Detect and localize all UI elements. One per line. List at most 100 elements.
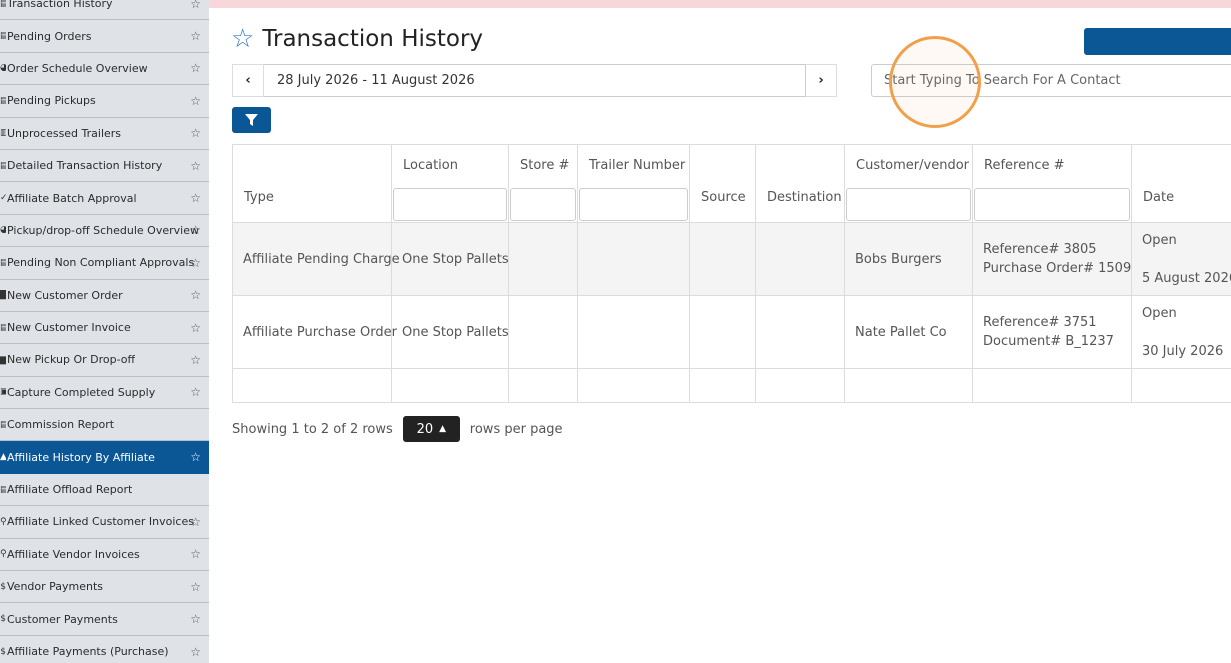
sidebar-item-label: Detailed Transaction History bbox=[7, 159, 163, 173]
sidebar-item[interactable]: ▲ Affiliate History By Affiliate ☆ bbox=[0, 441, 209, 474]
table-row[interactable]: Affiliate Purchase Order One Stop Pallets… bbox=[232, 295, 1231, 369]
money-icon: $ bbox=[0, 646, 6, 657]
column-header[interactable]: Date bbox=[1131, 144, 1231, 223]
sidebar-item-label: Affiliate Offload Report bbox=[7, 483, 133, 497]
sidebar: ▤ Transaction History ☆ ▤ Pending Orders ☆ ◕ Or… bbox=[0, 0, 209, 663]
link-icon: ⚲ bbox=[0, 549, 6, 560]
contact-search-input[interactable] bbox=[871, 64, 1231, 97]
column-header[interactable]: Type bbox=[232, 144, 392, 223]
caret-up-icon: ▲ bbox=[439, 424, 447, 434]
favorite-star-icon[interactable]: ☆ bbox=[190, 580, 201, 594]
sidebar-item-label: Order Schedule Overview bbox=[7, 61, 148, 75]
cell-source bbox=[689, 222, 756, 296]
sidebar-item[interactable]: $ Customer Payments ☆ bbox=[0, 603, 209, 636]
empty-cell bbox=[232, 368, 392, 403]
favorite-star-icon[interactable]: ☆ bbox=[190, 288, 201, 302]
favorite-star-icon[interactable]: ☆ bbox=[190, 547, 201, 561]
sidebar-item[interactable]: $ Vendor Payments ☆ bbox=[0, 571, 209, 604]
column-filter-input[interactable] bbox=[510, 188, 576, 221]
sidebar-item[interactable]: ▤ Pending Orders ☆ bbox=[0, 20, 209, 53]
favorite-star-icon[interactable]: ☆ bbox=[190, 191, 201, 205]
favorite-star-icon[interactable]: ☆ bbox=[190, 515, 201, 529]
transactions-table: Type Location Store # Trailer Number Source D… bbox=[232, 144, 1231, 403]
status-text: Open bbox=[1142, 306, 1177, 321]
column-header-label: Customer/vendor bbox=[856, 158, 970, 173]
favorite-star-icon[interactable]: ☆ bbox=[190, 29, 201, 43]
sidebar-item[interactable]: ▤ Pending Non Compliant Approvals ☆ bbox=[0, 247, 209, 280]
sidebar-item-label: Capture Completed Supply bbox=[7, 385, 156, 399]
sidebar-item[interactable]: ⚲ Affiliate Vendor Invoices ☆ bbox=[0, 539, 209, 572]
column-filter-input[interactable] bbox=[393, 188, 507, 221]
table-row[interactable]: Affiliate Pending Charge One Stop Pallets… bbox=[232, 222, 1231, 296]
report-icon: ▤ bbox=[0, 484, 6, 495]
money-icon: $ bbox=[0, 614, 6, 625]
column-header[interactable]: Source bbox=[689, 144, 756, 223]
column-header[interactable]: Trailer Number bbox=[577, 144, 690, 223]
sidebar-item-label: Affiliate Payments (Purchase) bbox=[7, 645, 169, 658]
rows-per-page-dropdown[interactable]: 20 ▲ bbox=[402, 416, 460, 442]
favorite-star-icon[interactable]: ☆ bbox=[190, 612, 201, 626]
sidebar-item[interactable]: ▤ New Customer Invoice ☆ bbox=[0, 312, 209, 345]
favorite-star-icon[interactable]: ☆ bbox=[190, 450, 201, 464]
sidebar-item[interactable]: ▤ Transaction History ☆ bbox=[0, 0, 209, 21]
favorite-star-icon[interactable]: ☆ bbox=[190, 126, 201, 140]
sidebar-item[interactable]: ◕ Order Schedule Overview ☆ bbox=[0, 53, 209, 86]
clock-icon: ◕ bbox=[0, 63, 6, 74]
rows-per-page-value: 20 bbox=[416, 421, 434, 437]
trailer-icon: ▥ bbox=[0, 128, 6, 139]
sidebar-item[interactable]: ▤ Pending Pickups ☆ bbox=[0, 85, 209, 118]
sidebar-item-label: Unprocessed Trailers bbox=[7, 126, 122, 140]
favorite-star-icon[interactable]: ☆ bbox=[190, 353, 201, 367]
sidebar-item[interactable]: ◕ Pickup/drop-off Schedule Overview ☆ bbox=[0, 215, 209, 248]
column-header[interactable]: Store # bbox=[508, 144, 578, 223]
sidebar-item[interactable]: ▤ Commission Report bbox=[0, 409, 209, 442]
sidebar-menu: ▤ Transaction History ☆ ▤ Pending Orders ☆ ◕ Or… bbox=[0, 0, 209, 663]
empty-cell bbox=[972, 368, 1132, 403]
column-filter-input[interactable] bbox=[974, 188, 1130, 221]
column-header[interactable]: Reference # bbox=[972, 144, 1132, 223]
date-text: 5 August 2026 bbox=[1142, 271, 1231, 286]
favorite-star-icon[interactable]: ☆ bbox=[231, 26, 254, 52]
empty-cell bbox=[1131, 368, 1231, 403]
favorite-star-icon[interactable]: ☆ bbox=[190, 61, 201, 75]
cell-destination bbox=[755, 222, 845, 296]
cell-date: Open 30 July 2026 bbox=[1131, 295, 1231, 369]
date-range-selector: ‹ 28 July 2026 - 11 August 2026 › bbox=[232, 64, 837, 97]
favorite-star-icon[interactable]: ☆ bbox=[190, 321, 201, 335]
page-title: Transaction History bbox=[262, 26, 484, 52]
next-period-button[interactable]: › bbox=[805, 64, 837, 97]
sidebar-item-label: Commission Report bbox=[7, 418, 115, 432]
column-filter-input[interactable] bbox=[846, 188, 971, 221]
favorite-star-icon[interactable]: ☆ bbox=[190, 223, 201, 237]
box-icon: ▣ bbox=[0, 387, 6, 398]
sidebar-item-label: Vendor Payments bbox=[7, 580, 104, 594]
sidebar-item[interactable]: ⚲ Affiliate Linked Customer Invoices ☆ bbox=[0, 506, 209, 539]
empty-cell bbox=[844, 368, 973, 403]
column-header[interactable]: Customer/vendor bbox=[844, 144, 973, 223]
favorite-star-icon[interactable]: ☆ bbox=[190, 159, 201, 173]
column-header-label: Source bbox=[701, 190, 746, 205]
column-filter-input[interactable] bbox=[579, 188, 688, 221]
sidebar-item[interactable]: ▣ Capture Completed Supply ☆ bbox=[0, 377, 209, 410]
sidebar-item[interactable]: ▤ Detailed Transaction History ☆ bbox=[0, 150, 209, 183]
chart-icon: ▲ bbox=[0, 452, 6, 463]
column-header-label: Destination bbox=[767, 190, 842, 205]
date-range-input[interactable]: 28 July 2026 - 11 August 2026 bbox=[264, 64, 805, 97]
column-header-label: Date bbox=[1143, 190, 1175, 205]
favorite-star-icon[interactable]: ☆ bbox=[190, 0, 201, 11]
column-header[interactable]: Destination bbox=[755, 144, 845, 223]
sidebar-item[interactable]: ▤ Affiliate Offload Report bbox=[0, 474, 209, 507]
sidebar-item[interactable]: ✓ Affiliate Batch Approval ☆ bbox=[0, 182, 209, 215]
sidebar-item[interactable]: ▆ New Pickup Or Drop-off ☆ bbox=[0, 344, 209, 377]
sidebar-item[interactable]: ▇ New Customer Order ☆ bbox=[0, 280, 209, 312]
sidebar-item[interactable]: $ Affiliate Payments (Purchase) ☆ bbox=[0, 636, 209, 663]
primary-action-button[interactable] bbox=[1084, 28, 1231, 55]
favorite-star-icon[interactable]: ☆ bbox=[190, 256, 201, 270]
column-header[interactable]: Location bbox=[391, 144, 509, 223]
sidebar-item[interactable]: ▥ Unprocessed Trailers ☆ bbox=[0, 118, 209, 150]
previous-period-button[interactable]: ‹ bbox=[232, 64, 264, 97]
favorite-star-icon[interactable]: ☆ bbox=[190, 385, 201, 399]
favorite-star-icon[interactable]: ☆ bbox=[190, 645, 201, 659]
favorite-star-icon[interactable]: ☆ bbox=[190, 94, 201, 108]
filter-button[interactable] bbox=[232, 107, 271, 133]
